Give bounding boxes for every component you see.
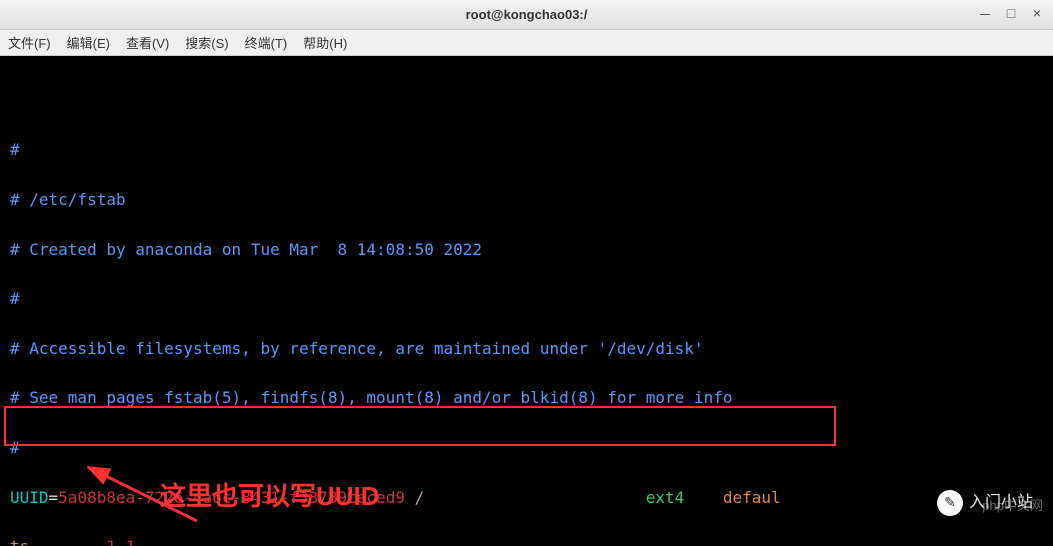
menu-file[interactable]: 文件(F) [8,33,51,52]
comment-line: # [10,287,1043,312]
watermark-sub: php中文网 [968,476,1043,536]
close-button[interactable]: × [1029,5,1045,25]
comment-line: # [10,436,1043,461]
fstab-entry-root: UUID=5a08b8ea-7226-4a6c-8431-f33789ceced… [10,486,1043,511]
watermark-icon: ✎ [937,490,963,516]
window-controls: － □ × [977,5,1045,25]
menubar: 文件(F) 编辑(E) 查看(V) 搜索(S) 终端(T) 帮助(H) [0,30,1053,56]
maximize-button[interactable]: □ [1003,5,1019,25]
comment-line: # Accessible filesystems, by reference, … [10,337,1043,362]
comment-line: # See man pages fstab(5), findfs(8), mou… [10,386,1043,411]
menu-terminal[interactable]: 终端(T) [245,33,288,52]
menu-help[interactable]: 帮助(H) [303,33,347,52]
window-titlebar: root@kongchao03:/ － □ × [0,0,1053,30]
terminal-area[interactable]: # # /etc/fstab # Created by anaconda on … [0,56,1053,546]
menu-search[interactable]: 搜索(S) [185,33,228,52]
comment-line: # [10,138,1043,163]
menu-view[interactable]: 查看(V) [126,33,169,52]
comment-line: # /etc/fstab [10,188,1043,213]
comment-line: # Created by anaconda on Tue Mar 8 14:08… [10,238,1043,263]
fstab-entry-root-wrap: ts 1 1 [10,535,1043,546]
menu-edit[interactable]: 编辑(E) [67,33,110,52]
minimize-button[interactable]: － [977,5,993,25]
window-title: root@kongchao03:/ [466,7,588,22]
